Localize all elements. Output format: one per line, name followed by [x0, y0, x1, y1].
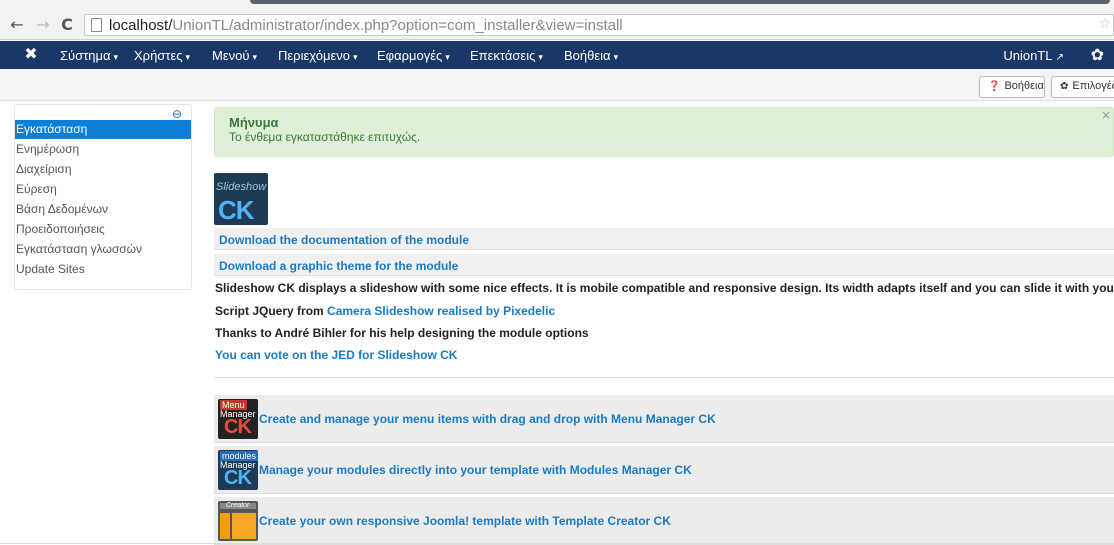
- divider: [214, 377, 1114, 378]
- download-documentation-link[interactable]: Download the documentation of the module: [219, 233, 469, 247]
- vote-jed-link[interactable]: You can vote on the JED for Slideshow CK: [215, 348, 457, 362]
- caret-down-icon: ▾: [113, 52, 119, 62]
- question-circle-icon: ❓: [988, 81, 1001, 92]
- caret-down-icon: ▾: [352, 52, 358, 62]
- bookmark-star-icon[interactable]: ☆: [1098, 16, 1111, 32]
- menu-help[interactable]: Βοήθεια ▾: [564, 48, 618, 63]
- message-title: Μήνυμα: [229, 115, 279, 130]
- script-credit: Script JQuery from Camera Slideshow real…: [215, 304, 556, 318]
- forward-arrow-icon[interactable]: →: [34, 16, 52, 34]
- template-creator-link[interactable]: Create your own responsive Joomla! templ…: [259, 514, 671, 528]
- modules-manager-link[interactable]: Manage your modules directly into your t…: [259, 463, 692, 477]
- sidebar: ⊖ Εγκατάσταση Ενημέρωση Διαχείριση Εύρεσ…: [14, 104, 192, 290]
- caret-down-icon: ▾: [252, 52, 257, 62]
- theme-row: Download a graphic theme for the module: [214, 254, 1114, 276]
- site-link[interactable]: UnionTL ↗: [1003, 48, 1064, 63]
- doc-row: Download the documentation of the module: [214, 228, 1114, 250]
- reload-icon[interactable]: C: [58, 16, 76, 34]
- download-theme-link[interactable]: Download a graphic theme for the module: [219, 259, 458, 273]
- menu-manager-link[interactable]: Create and manage your menu items with d…: [259, 412, 716, 426]
- menu-manager-thumbnail: Menu Manager CK: [218, 399, 258, 439]
- page-icon: [91, 18, 102, 32]
- options-button[interactable]: ✿ Επιλογές: [1051, 76, 1114, 98]
- menu-components[interactable]: Εφαρμογές ▾: [377, 48, 450, 63]
- sidebar-item-update-sites[interactable]: Update Sites: [15, 260, 191, 279]
- sidebar-item-discover[interactable]: Εύρεση: [15, 180, 191, 199]
- caret-down-icon: ▾: [613, 52, 619, 62]
- caret-down-icon: ▾: [185, 52, 191, 62]
- slideshow-ck-logo: Slideshow CK: [214, 173, 268, 225]
- message-text: Το ένθεμα εγκαταστάθηκε επιτυχώς.: [229, 130, 421, 144]
- camera-slideshow-link[interactable]: Camera Slideshow realised by Pixedelic: [327, 304, 555, 318]
- thanks-text: Thanks to André Bihler for his help desi…: [215, 326, 589, 340]
- browser-tab-strip: [0, 0, 1114, 8]
- promo-template-creator: Creator Create your own responsive Jooml…: [214, 497, 1114, 545]
- menu-system[interactable]: Σύστημα ▾: [60, 48, 118, 63]
- sidebar-item-install[interactable]: Εγκατάσταση: [15, 120, 191, 139]
- browser-toolbar: ← → C localhost/UnionTL/administrator/in…: [0, 0, 1114, 40]
- success-message: Μήνυμα Το ένθεμα εγκαταστάθηκε επιτυχώς.…: [214, 107, 1114, 157]
- gear-icon: ✿: [1060, 81, 1069, 92]
- sidebar-item-update[interactable]: Ενημέρωση: [15, 140, 191, 159]
- collapse-sidebar-icon[interactable]: ⊖: [170, 107, 184, 121]
- address-bar[interactable]: localhost/UnionTL/administrator/index.ph…: [84, 14, 1114, 36]
- gear-icon[interactable]: ✿: [1091, 45, 1104, 64]
- joomla-logo-icon[interactable]: ✖: [22, 45, 40, 63]
- sidebar-item-warnings[interactable]: Προειδοποιήσεις: [15, 220, 191, 239]
- promo-modules-manager: modules Manager CK Manage your modules d…: [214, 446, 1114, 494]
- promo-menu-manager: Menu Manager CK Create and manage your m…: [214, 395, 1114, 443]
- admin-navbar: ✖ Σύστημα ▾ Χρήστες ▾ Μενού ▾ Περιεχόμενο ▾ …: [0, 41, 1114, 69]
- url-text[interactable]: localhost/UnionTL/administrator/index.ph…: [109, 17, 623, 34]
- sidebar-item-manage[interactable]: Διαχείριση: [15, 160, 191, 179]
- external-link-icon: ↗: [1055, 52, 1064, 63]
- close-icon[interactable]: ×: [1101, 108, 1111, 122]
- caret-down-icon: ▾: [538, 52, 543, 62]
- caret-down-icon: ▾: [445, 52, 450, 62]
- menu-menus[interactable]: Μενού ▾: [212, 48, 257, 63]
- sidebar-item-install-languages[interactable]: Εγκατάσταση γλωσσών: [15, 240, 191, 259]
- toolbar: ❓ Βοήθεια ✿ Επιλογές: [0, 69, 1114, 101]
- help-button[interactable]: ❓ Βοήθεια: [979, 76, 1045, 98]
- menu-extensions[interactable]: Επεκτάσεις ▾: [470, 48, 543, 63]
- back-arrow-icon[interactable]: ←: [8, 16, 26, 34]
- menu-users[interactable]: Χρήστες ▾: [134, 48, 190, 63]
- module-description: Slideshow CK displays a slideshow with s…: [215, 281, 1114, 295]
- sidebar-item-database[interactable]: Βάση Δεδομένων: [15, 200, 191, 219]
- menu-content[interactable]: Περιεχόμενο ▾: [278, 48, 358, 63]
- template-creator-thumbnail: Creator: [218, 501, 258, 541]
- browser-tab[interactable]: [250, 0, 1110, 4]
- modules-manager-thumbnail: modules Manager CK: [218, 450, 258, 490]
